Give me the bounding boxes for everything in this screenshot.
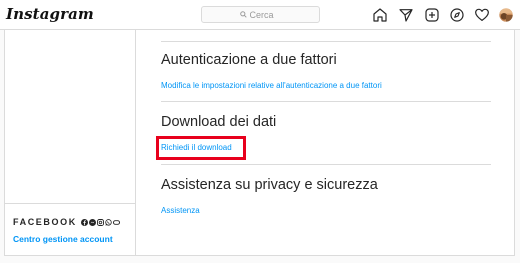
two-factor-auth-title: Autenticazione a due fattori [161,52,337,68]
search-input[interactable] [249,9,282,20]
highlight-annotation [156,136,246,160]
facebook-row: FACEBOOK [13,217,120,227]
settings-panel: FACEBOOK Centro gestione account Autenti… [4,30,515,256]
top-navigation-bar: Instagram [0,0,520,30]
profile-avatar[interactable] [498,7,514,23]
facebook-apps-icons [80,218,120,226]
accounts-center-footer: FACEBOOK Centro gestione account [5,203,135,256]
whatsapp-icon [105,218,112,226]
account-center-link[interactable]: Centro gestione account [13,234,113,244]
section-divider [161,164,491,165]
new-post-icon[interactable] [424,7,440,23]
settings-sidebar: FACEBOOK Centro gestione account [5,30,136,255]
privacy-security-help-title: Assistenza su privacy e sicurezza [161,177,378,193]
section-divider [161,41,491,42]
facebook-icon [80,218,88,226]
explore-icon[interactable] [449,7,465,23]
search-box[interactable] [201,6,320,23]
nav-icons [372,7,514,23]
activity-heart-icon[interactable] [474,7,490,23]
home-icon[interactable] [372,7,388,23]
section-divider [161,101,491,102]
help-link[interactable]: Assistenza [161,206,200,215]
messenger-icon [88,218,96,226]
data-download-title: Download dei dati [161,114,277,130]
direct-message-icon[interactable] [398,7,414,23]
settings-content: Autenticazione a due fattori Modifica le… [136,30,514,255]
instagram-icon [96,218,104,226]
instagram-logo[interactable]: Instagram [6,5,94,23]
oculus-icon [112,219,120,225]
two-factor-auth-link[interactable]: Modifica le impostazioni relative all'au… [161,81,382,90]
facebook-label: FACEBOOK [13,217,77,227]
search-icon [239,11,247,18]
